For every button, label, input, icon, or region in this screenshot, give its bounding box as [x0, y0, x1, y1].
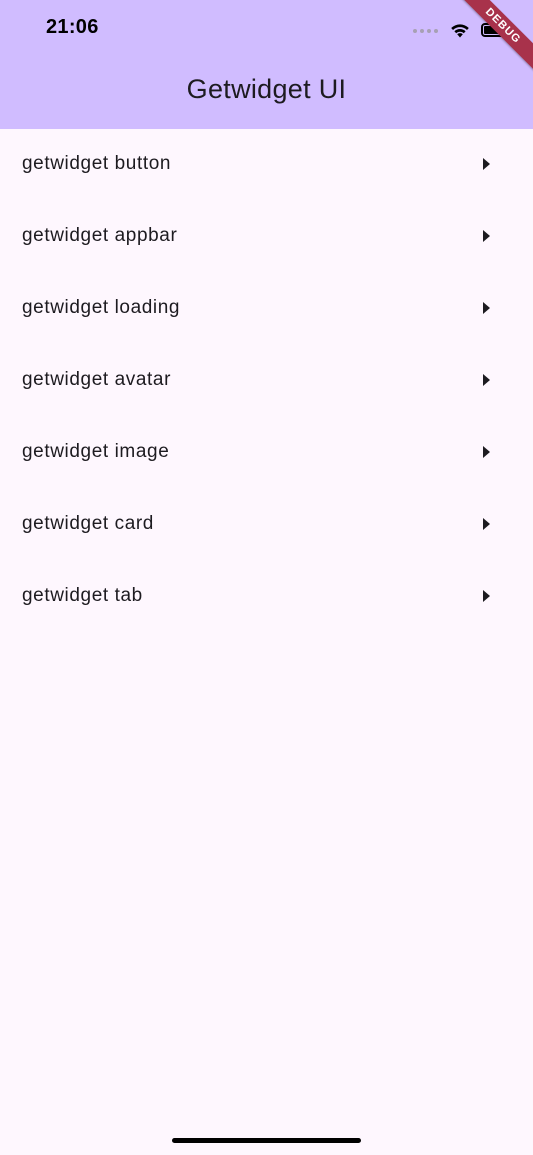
list-item-label: getwidget card [22, 513, 154, 534]
list-item-loading[interactable]: getwidget loading [0, 273, 533, 345]
list-item-card[interactable]: getwidget card [0, 489, 533, 561]
status-icons [413, 20, 512, 40]
list-item-label: getwidget button [22, 153, 172, 174]
list-item-label: getwidget avatar [22, 369, 172, 390]
arrow-right-icon [483, 158, 490, 170]
home-indicator[interactable] [172, 1138, 361, 1143]
list-item-label: getwidget tab [22, 585, 143, 606]
arrow-right-icon [483, 518, 490, 530]
list-item-image[interactable]: getwidget image [0, 417, 533, 489]
signal-icon [413, 24, 439, 36]
arrow-right-icon [483, 302, 490, 314]
list-item-label: getwidget loading [22, 297, 181, 318]
list-item-avatar[interactable]: getwidget avatar [0, 345, 533, 417]
status-bar: 21:06 [0, 0, 533, 58]
list-item-label: getwidget image [22, 441, 170, 462]
app-bar: 21:06 Getwidget UI [0, 0, 533, 129]
battery-icon [481, 23, 512, 37]
list-item-label: getwidget appbar [22, 225, 178, 246]
page-title: Getwidget UI [186, 74, 347, 104]
widget-list: getwidget button getwidget appbar getwid… [0, 129, 533, 633]
wifi-icon [451, 24, 469, 38]
list-item-button[interactable]: getwidget button [0, 129, 533, 201]
arrow-right-icon [483, 446, 490, 458]
arrow-right-icon [483, 230, 490, 242]
arrow-right-icon [483, 374, 490, 386]
list-item-tab[interactable]: getwidget tab [0, 561, 533, 633]
status-time: 21:06 [46, 16, 99, 38]
list-item-appbar[interactable]: getwidget appbar [0, 201, 533, 273]
arrow-right-icon [483, 590, 490, 602]
